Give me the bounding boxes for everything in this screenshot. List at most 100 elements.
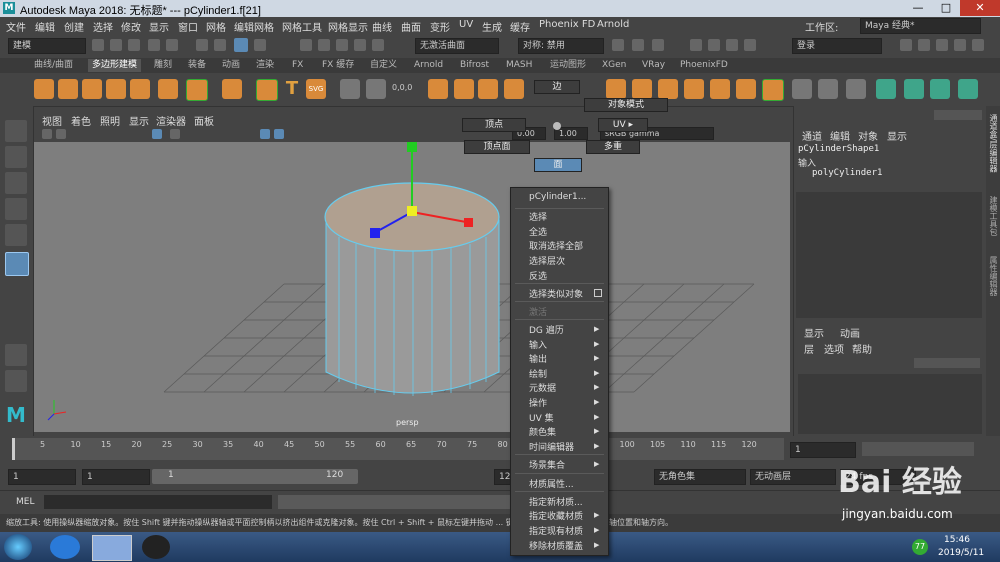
manip-z-handle[interactable] — [370, 228, 380, 238]
clock-date[interactable]: 2019/5/11 — [938, 548, 984, 558]
cb-tab-channels[interactable]: 通道 — [802, 128, 822, 143]
render-icon[interactable] — [612, 39, 624, 51]
pause-icon[interactable] — [744, 39, 756, 51]
character-set-dropdown[interactable]: 无角色集 — [654, 469, 746, 485]
channel-box-icons[interactable] — [934, 110, 982, 120]
redo-icon[interactable] — [166, 39, 178, 51]
shelf-tab-sculpt[interactable]: 雕刻 — [150, 59, 176, 72]
time-slider-track[interactable] — [14, 438, 784, 460]
poly-cone-icon[interactable] — [106, 79, 126, 99]
grid-toggle-icon[interactable] — [152, 129, 162, 139]
side-tab-attribute-editor[interactable]: 属性编辑器 — [987, 256, 999, 296]
range-inner-start-field[interactable]: 1 — [82, 469, 150, 485]
menu-generate[interactable]: 生成 — [482, 19, 502, 34]
snap-view-icon[interactable] — [336, 39, 348, 51]
select-tool-icon[interactable] — [5, 120, 27, 142]
scale-tool-icon[interactable] — [5, 252, 29, 276]
menu-surfaces[interactable]: 曲面 — [401, 19, 421, 34]
ctx-header[interactable]: pCylinder1... — [529, 192, 586, 202]
layer-menu-help[interactable]: 帮助 — [852, 341, 872, 356]
mm-face[interactable]: 面 — [534, 158, 582, 172]
bevel-icon[interactable] — [658, 79, 678, 99]
layer-tab-display[interactable]: 显示 — [804, 325, 824, 340]
four-view-icon[interactable] — [5, 370, 27, 392]
ctx-invert[interactable]: 反选 — [529, 269, 547, 282]
badge-icon[interactable]: 77 — [912, 539, 928, 555]
menu-cache[interactable]: 缓存 — [510, 19, 530, 34]
ctx-submenu-item[interactable]: 元数据 — [529, 381, 556, 394]
menu-mesh-display[interactable]: 网格显示 — [328, 19, 368, 34]
poly-cube-icon[interactable] — [58, 79, 78, 99]
ctx-scene-assembly[interactable]: 场景集合 — [529, 458, 565, 471]
cb-shape-name[interactable]: pCylinderShape1 — [798, 144, 879, 154]
move-tool-icon[interactable] — [5, 198, 27, 220]
ctx-assign-fav-material[interactable]: 指定收藏材质 — [529, 509, 583, 522]
mm-vertex[interactable]: 顶点 — [462, 118, 526, 132]
shelf-tab-mash[interactable]: MASH — [502, 59, 536, 72]
symmetry-dropdown[interactable]: 对称: 禁用 — [518, 38, 604, 54]
range-start-field[interactable]: 1 — [8, 469, 76, 485]
cleanup-icon[interactable] — [930, 79, 950, 99]
poly-text-icon[interactable]: T — [282, 79, 302, 99]
maximize-button[interactable]: □ — [932, 0, 960, 16]
manip-x-handle[interactable] — [464, 218, 473, 227]
shelf-tab-xgen[interactable]: XGen — [598, 59, 630, 72]
play-icon[interactable] — [726, 39, 738, 51]
shelf-tab-motion-graphics[interactable]: 运动图形 — [546, 59, 590, 72]
minimize-button[interactable]: — — [904, 0, 932, 16]
menu-window[interactable]: 窗口 — [178, 19, 198, 34]
ctx-deselect-all[interactable]: 取消选择全部 — [529, 239, 583, 252]
extrude-icon[interactable] — [606, 79, 626, 99]
single-view-icon[interactable] — [5, 344, 27, 366]
cb-input-node[interactable]: polyCylinder1 — [812, 168, 882, 178]
menu-edit-mesh[interactable]: 编辑网格 — [234, 19, 274, 34]
smooth-icon[interactable] — [478, 79, 498, 99]
layer-tab-anim[interactable]: 动画 — [840, 325, 860, 340]
ctx-remove-override[interactable]: 移除材质覆盖 — [529, 539, 583, 552]
smooth-proxy-icon[interactable] — [876, 79, 896, 99]
vray-ipr-icon[interactable] — [708, 39, 720, 51]
login-dropdown[interactable]: 登录 — [792, 38, 882, 54]
manip-y-handle[interactable] — [407, 142, 417, 152]
menu-file[interactable]: 文件 — [6, 19, 26, 34]
undo-icon[interactable] — [148, 39, 160, 51]
menu-select[interactable]: 选择 — [93, 19, 113, 34]
render-settings-icon[interactable] — [652, 39, 664, 51]
poly-cylinder-icon[interactable] — [82, 79, 102, 99]
ipr-render-icon[interactable] — [632, 39, 644, 51]
menu-edit[interactable]: 编辑 — [35, 19, 55, 34]
ctx-select-hierarchy[interactable]: 选择层次 — [529, 254, 565, 267]
target-weld-icon[interactable] — [762, 79, 784, 101]
ctx-submenu-item[interactable]: DG 遍历 — [529, 323, 564, 336]
manip-center-handle[interactable] — [407, 206, 417, 216]
camera-attr-icon[interactable] — [42, 129, 52, 139]
current-frame-marker[interactable] — [12, 438, 15, 460]
vray-render-icon[interactable] — [690, 39, 702, 51]
shelf-tab-fx-cache[interactable]: FX 缓存 — [318, 59, 358, 72]
outliner-icon[interactable] — [972, 39, 984, 51]
live-surface-field[interactable]: 无激活曲面 — [415, 38, 499, 54]
fill-hole-icon[interactable] — [684, 79, 704, 99]
ctx-submenu-item[interactable]: 时间编辑器 — [529, 440, 574, 453]
close-button[interactable]: ✕ — [960, 0, 1000, 16]
shelf-tab-arnold[interactable]: Arnold — [410, 59, 447, 72]
boolean-icon[interactable] — [504, 79, 524, 99]
menu-mesh-tools[interactable]: 网格工具 — [282, 19, 322, 34]
mm-uv[interactable]: UV ▸ — [598, 118, 648, 132]
qq-app-icon[interactable] — [142, 535, 170, 559]
insert-edge-loop-icon[interactable] — [710, 79, 730, 99]
paint-icon[interactable] — [792, 79, 812, 99]
maya-m-icon[interactable]: M — [5, 404, 27, 426]
ctx-option-box-icon[interactable] — [594, 289, 602, 297]
maya-app-icon[interactable] — [92, 535, 132, 561]
reduce-icon[interactable] — [904, 79, 924, 99]
layer-menu-options[interactable]: 选项 — [824, 341, 844, 356]
mm-vertex-face[interactable]: 顶点面 — [464, 140, 530, 154]
cb-tab-show[interactable]: 显示 — [887, 128, 907, 143]
sogou-app-icon[interactable] — [50, 535, 80, 559]
mel-label[interactable]: MEL — [16, 497, 34, 507]
wireframe-on-shaded-icon[interactable] — [274, 129, 284, 139]
mirror-icon[interactable] — [366, 79, 386, 99]
select-hierarchy-icon[interactable] — [196, 39, 208, 51]
retopo-icon[interactable] — [958, 79, 978, 99]
